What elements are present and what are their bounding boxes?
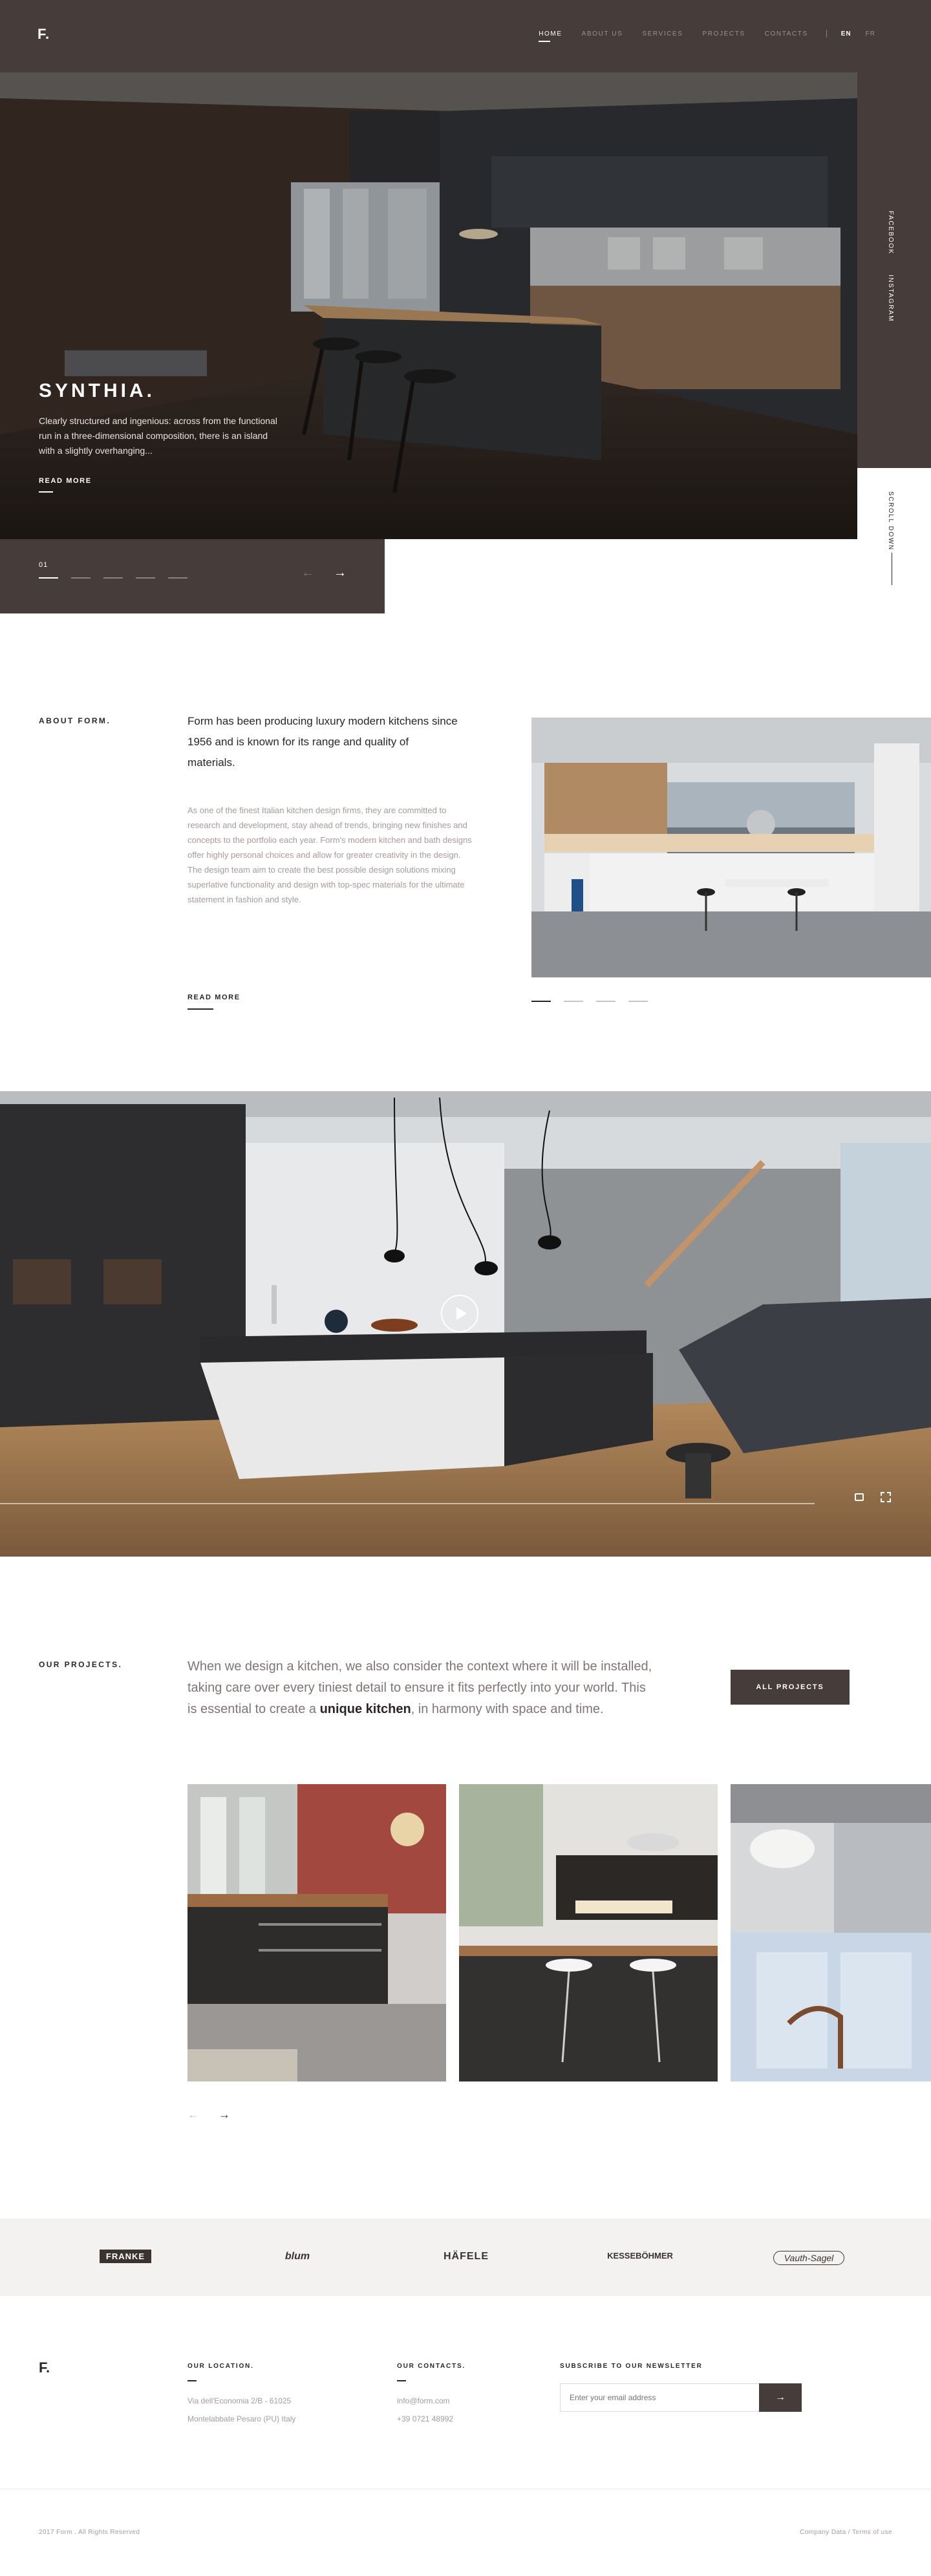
brand-vauth-sagel[interactable]: Vauth-Sagel: [773, 2251, 844, 2265]
footer-phone[interactable]: +39 0721 48992: [397, 2410, 453, 2428]
project-3-image: [731, 1784, 931, 2081]
site-header: F. HOME ABOUT US SERVICES PROJECTS CONTA…: [0, 0, 931, 72]
main-nav: HOME ABOUT US SERVICES PROJECTS CONTACTS…: [519, 30, 875, 42]
lang-fr[interactable]: FR: [866, 30, 875, 37]
about-body: As one of the finest Italian kitchen des…: [187, 805, 472, 904]
hero-title: SYNTHIA.: [39, 380, 156, 401]
footer-contacts-heading: OUR CONTACTS.: [397, 2363, 466, 2370]
social-sidebar: [857, 72, 931, 468]
slide-number: 01: [39, 561, 48, 569]
projects-description: When we design a kitchen, we also consid…: [187, 1656, 653, 1720]
about-slide-indicator-4[interactable]: [628, 1001, 648, 1002]
projects-arrow-right-icon[interactable]: →: [219, 2109, 230, 2120]
slide-indicator-3[interactable]: [103, 577, 123, 579]
footer-location-line: [187, 2380, 197, 2381]
volume-icon[interactable]: [855, 1493, 864, 1501]
project-1-image: [187, 1784, 446, 2081]
copyright: 2017 Form . All Rights Reserved: [39, 2529, 140, 2536]
arrow-right-icon[interactable]: →: [334, 566, 347, 579]
hero-slider-controls: [0, 539, 385, 613]
nav-services[interactable]: SERVICES: [642, 30, 683, 37]
brand-hafele[interactable]: HÄFELE: [437, 2251, 495, 2262]
lang-en[interactable]: EN: [841, 30, 851, 37]
terms-link[interactable]: Terms of use: [852, 2529, 892, 2536]
nav-projects[interactable]: PROJECTS: [703, 30, 745, 37]
footer-email-link[interactable]: info@form.com: [397, 2392, 450, 2410]
slide-indicator-5[interactable]: [168, 577, 187, 579]
facebook-link[interactable]: FACEBOOK: [887, 211, 894, 255]
brand-kessebohmer[interactable]: KESSEBÖHMER: [595, 2251, 685, 2261]
fullscreen-icon[interactable]: [881, 1492, 891, 1502]
hero-read-more-link[interactable]: READ MORE: [39, 477, 92, 485]
brand-blum[interactable]: blum: [272, 2251, 323, 2262]
footer-location-heading: OUR LOCATION.: [187, 2363, 254, 2370]
about-kitchen-illustration: [531, 718, 931, 977]
about-slide-indicator-3[interactable]: [596, 1001, 615, 1002]
nav-contacts[interactable]: CONTACTS: [765, 30, 808, 37]
arrow-right-icon: →: [775, 2392, 786, 2403]
newsletter-heading: SUBSCRIBE TO OUR NEWSLETTER: [560, 2363, 703, 2370]
about-label: ABOUT FORM.: [39, 716, 111, 725]
scroll-down-link[interactable]: SCROLL DOWN: [887, 491, 894, 551]
nav-home[interactable]: HOME: [539, 30, 562, 42]
hero-read-more-underline: [39, 491, 53, 493]
newsletter-email-input[interactable]: [560, 2383, 760, 2412]
slide-indicator-1[interactable]: [39, 577, 58, 579]
instagram-link[interactable]: INSTAGRAM: [887, 275, 894, 322]
project-card-3[interactable]: [731, 1784, 931, 2081]
nav-about[interactable]: ABOUT US: [582, 30, 623, 37]
about-read-more-underline: [187, 1008, 213, 1010]
hero-description: Clearly structured and ingenious: across…: [39, 416, 277, 456]
nav-divider: [826, 30, 827, 37]
brand-franke[interactable]: FRANKE: [100, 2250, 151, 2263]
project-card-2[interactable]: [459, 1784, 718, 2081]
play-icon[interactable]: [441, 1295, 478, 1332]
video-progress-bar[interactable]: [0, 1503, 815, 1504]
footer-contacts-line: [397, 2380, 406, 2381]
about-lead: Form has been producing luxury modern ki…: [187, 715, 458, 769]
company-data-link[interactable]: Company Data: [800, 2529, 846, 2536]
all-projects-button[interactable]: ALL PROJECTS: [731, 1670, 850, 1705]
newsletter-submit-button[interactable]: →: [759, 2383, 802, 2412]
arrow-left-icon[interactable]: ←: [301, 566, 314, 579]
logo[interactable]: F.: [37, 26, 50, 43]
about-read-more-link[interactable]: READ MORE: [187, 994, 241, 1001]
hero-kitchen-illustration: [0, 72, 857, 539]
projects-text-highlight: unique kitchen: [319, 1702, 411, 1716]
projects-arrow-left-icon[interactable]: ←: [187, 2109, 199, 2120]
projects-label: OUR PROJECTS.: [39, 1660, 123, 1669]
slide-indicator-4[interactable]: [136, 577, 155, 579]
projects-text-end: , in harmony with space and time.: [411, 1702, 604, 1716]
footer-address-line-2: Montelabbate Pesaro (PU) Italy: [187, 2414, 296, 2423]
about-slide-indicator-2[interactable]: [564, 1001, 583, 1002]
project-2-image: [459, 1784, 718, 2081]
footer-logo[interactable]: F.: [39, 2359, 50, 2376]
about-slide-indicator-1[interactable]: [531, 1001, 551, 1002]
about-kitchen-image: [531, 718, 931, 977]
footer-address-line-1: Via dell'Economia 2/B - 61025: [187, 2396, 292, 2405]
hero-image: [0, 72, 857, 539]
slide-indicator-2[interactable]: [71, 577, 91, 579]
footer-links: Company Data / Terms of use: [800, 2529, 892, 2536]
project-card-1[interactable]: [187, 1784, 446, 2081]
